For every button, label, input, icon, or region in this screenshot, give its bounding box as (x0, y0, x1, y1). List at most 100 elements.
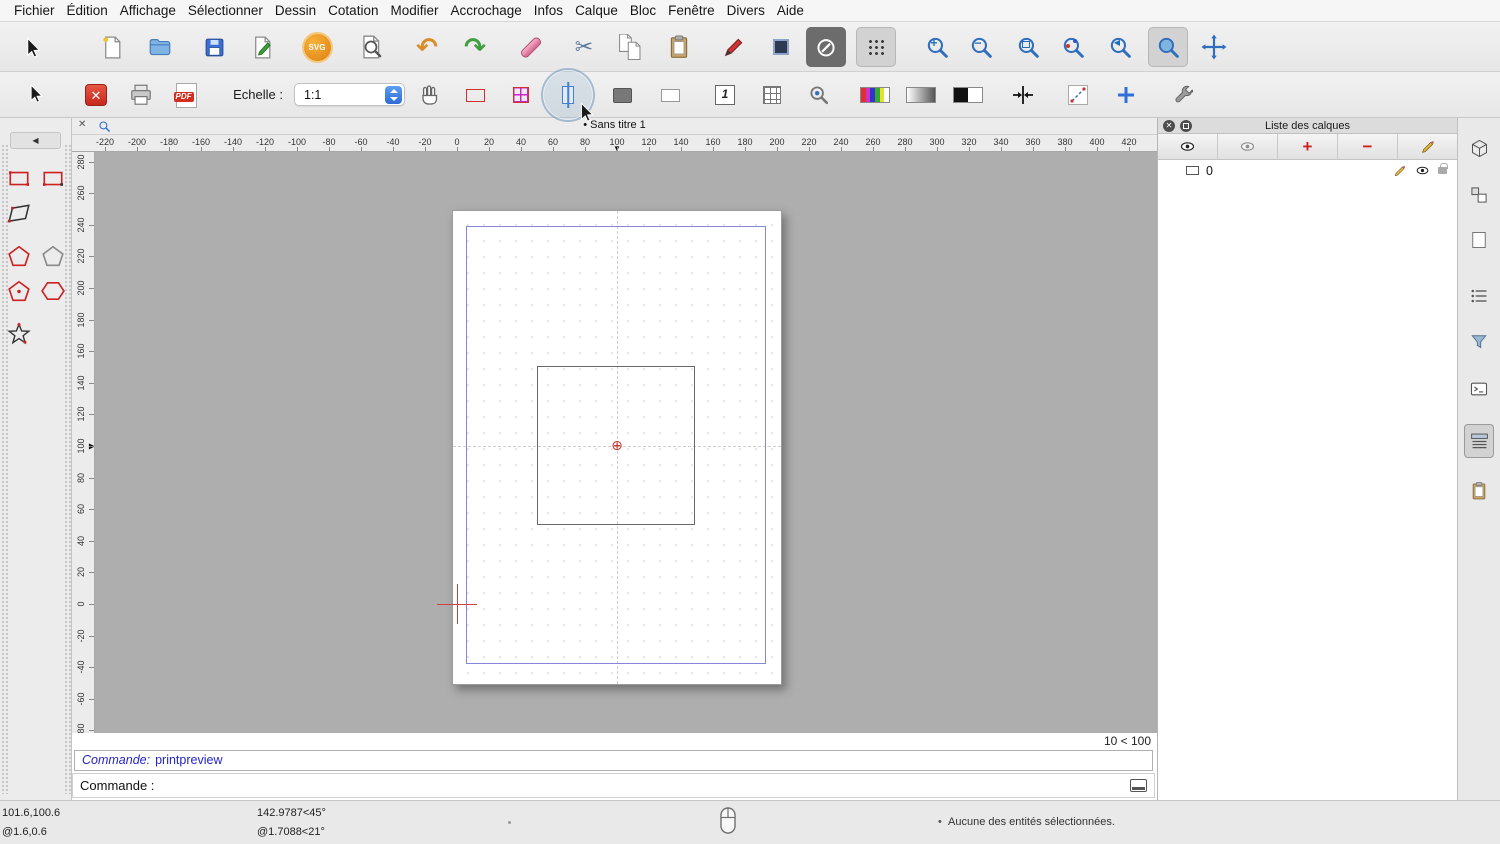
delete-button[interactable] (511, 27, 551, 67)
crosshair-button[interactable] (1109, 78, 1143, 112)
dock-toggle-views[interactable] (1464, 133, 1494, 163)
multi-page-button[interactable] (504, 78, 538, 112)
new-document-button[interactable] (92, 27, 132, 67)
grayscale-button[interactable] (904, 78, 938, 112)
edit-layer-button[interactable] (1398, 134, 1457, 159)
dock-toggle-library[interactable] (1464, 424, 1494, 458)
open-button[interactable] (140, 27, 180, 67)
remove-layer-button[interactable]: − (1338, 134, 1398, 159)
h-ruler-tickmark (745, 147, 746, 151)
menu-accrochage[interactable]: Accrochage (450, 3, 521, 18)
library-icon (1470, 433, 1488, 448)
fit-width-button[interactable] (1006, 78, 1040, 112)
scale-one-to-one-button[interactable]: 1 (708, 78, 742, 112)
layer-visible-eye-icon[interactable] (1415, 163, 1430, 178)
keyboard-toggle-icon[interactable] (1130, 779, 1147, 792)
add-layer-button[interactable]: + (1278, 134, 1338, 159)
dock-toggle-blocks[interactable] (1464, 180, 1494, 210)
polygon-center-tangent-tool[interactable] (38, 241, 68, 271)
svg-export-button[interactable]: SVG (297, 27, 337, 67)
line-settings-button[interactable] (1061, 78, 1095, 112)
menu-cotation[interactable]: Cotation (328, 3, 378, 18)
full-color-button[interactable] (858, 78, 892, 112)
collapse-palette-button[interactable]: ◀ (10, 132, 61, 149)
save-button[interactable] (194, 27, 234, 67)
dock-toggle-filter[interactable] (1464, 327, 1494, 357)
menu-infos[interactable]: Infos (534, 3, 563, 18)
pan-hand-button[interactable] (413, 78, 447, 112)
zoom-window-button[interactable] (1148, 27, 1188, 67)
dock-toggle-command[interactable] (1464, 374, 1494, 404)
tab-magnifier-icon[interactable] (98, 120, 111, 133)
menu-bloc[interactable]: Bloc (630, 3, 656, 18)
select-pointer-button[interactable] (12, 27, 52, 67)
redo-button[interactable]: ↷ (455, 27, 495, 67)
layer-row[interactable]: 0 (1158, 160, 1457, 181)
scale-combo[interactable]: 1:1 (294, 83, 405, 106)
fit-page-button[interactable] (458, 78, 492, 112)
rectangle-3point-tool[interactable] (38, 163, 68, 193)
drawing-area: ✕ • Sans titre 1 ▼ -220-200-180-160-140-… (72, 118, 1157, 800)
print-button[interactable] (124, 78, 158, 112)
star-tool[interactable] (4, 319, 34, 349)
zoom-pan-button[interactable] (1194, 27, 1234, 67)
float-panel-icon[interactable] (1180, 119, 1192, 132)
white-background-button[interactable] (653, 78, 687, 112)
close-tab-icon[interactable]: ✕ (78, 119, 86, 130)
dark-background-button[interactable] (605, 78, 639, 112)
black-white-button[interactable] (951, 78, 985, 112)
dock-toggle-layer-list[interactable] (1464, 281, 1494, 311)
layer-color-icon[interactable] (1186, 166, 1199, 175)
settings-button[interactable] (1166, 78, 1200, 112)
drawing-canvas[interactable]: ⊕ (95, 152, 1157, 733)
close-panel-icon[interactable]: ✕ (1163, 119, 1175, 132)
show-all-layers-button[interactable] (1158, 134, 1218, 159)
pdf-export-button[interactable]: PDF (169, 78, 203, 112)
menu-dessin[interactable]: Dessin (275, 3, 316, 18)
edit-button[interactable] (242, 27, 282, 67)
zoom-redraw-button[interactable] (1053, 27, 1093, 67)
dock-toggle-clipboard[interactable] (1464, 476, 1494, 506)
menu-fichier[interactable]: Fichier (14, 3, 55, 18)
h-ruler-tick: -60 (354, 137, 368, 147)
cut-button[interactable]: ✂ (564, 27, 604, 67)
tile-pages-button[interactable] (755, 78, 789, 112)
hide-all-layers-button[interactable] (1218, 134, 1278, 159)
menu-modifier[interactable]: Modifier (390, 3, 438, 18)
zoom-page-button[interactable] (802, 78, 836, 112)
parallelogram-tool[interactable] (4, 198, 34, 228)
layer-lock-icon[interactable] (1438, 163, 1448, 174)
menu-divers[interactable]: Divers (727, 3, 765, 18)
dock-toggle-page[interactable] (1464, 225, 1494, 255)
layer-edit-pencil-icon[interactable] (1393, 164, 1407, 178)
menu-selectionner[interactable]: Sélectionner (188, 3, 263, 18)
rectangle-2corner-tool[interactable] (4, 163, 34, 193)
zoom-previous-button[interactable]: ◀ (1100, 27, 1140, 67)
menu-fenetre[interactable]: Fenêtre (668, 3, 715, 18)
zoom-auto-button[interactable] (1008, 27, 1048, 67)
copy-button[interactable] (610, 27, 650, 67)
ruler-corner (72, 135, 95, 152)
polygon-2corner-tool[interactable] (4, 276, 34, 306)
polygon-side-tool[interactable] (38, 276, 68, 306)
zoom-out-button[interactable]: − (961, 27, 1001, 67)
polygon-center-corner-tool[interactable] (4, 241, 34, 271)
selection-window-button[interactable] (761, 27, 801, 67)
select-pointer-button-2[interactable] (18, 76, 52, 110)
close-print-preview-button[interactable]: ✕ (79, 78, 113, 112)
snap-free-button[interactable]: ⊘ (806, 27, 846, 67)
command-input[interactable]: Commande : (72, 773, 1155, 798)
print-preview-button[interactable] (351, 27, 391, 67)
zoom-in-button[interactable]: + (917, 27, 957, 67)
menu-edition[interactable]: Édition (67, 3, 108, 18)
paste-button[interactable] (659, 27, 699, 67)
v-ruler-tick: 0 (76, 601, 86, 607)
attributes-pen-button[interactable] (713, 27, 753, 67)
menu-affichage[interactable]: Affichage (120, 3, 176, 18)
undo-button[interactable]: ↶ (407, 27, 447, 67)
menu-aide[interactable]: Aide (777, 3, 804, 18)
grid-toggle-button[interactable] (856, 27, 896, 67)
menu-calque[interactable]: Calque (575, 3, 618, 18)
absolute-polar: 142.9787<45° (257, 807, 326, 819)
stepper-icon[interactable] (385, 86, 402, 104)
